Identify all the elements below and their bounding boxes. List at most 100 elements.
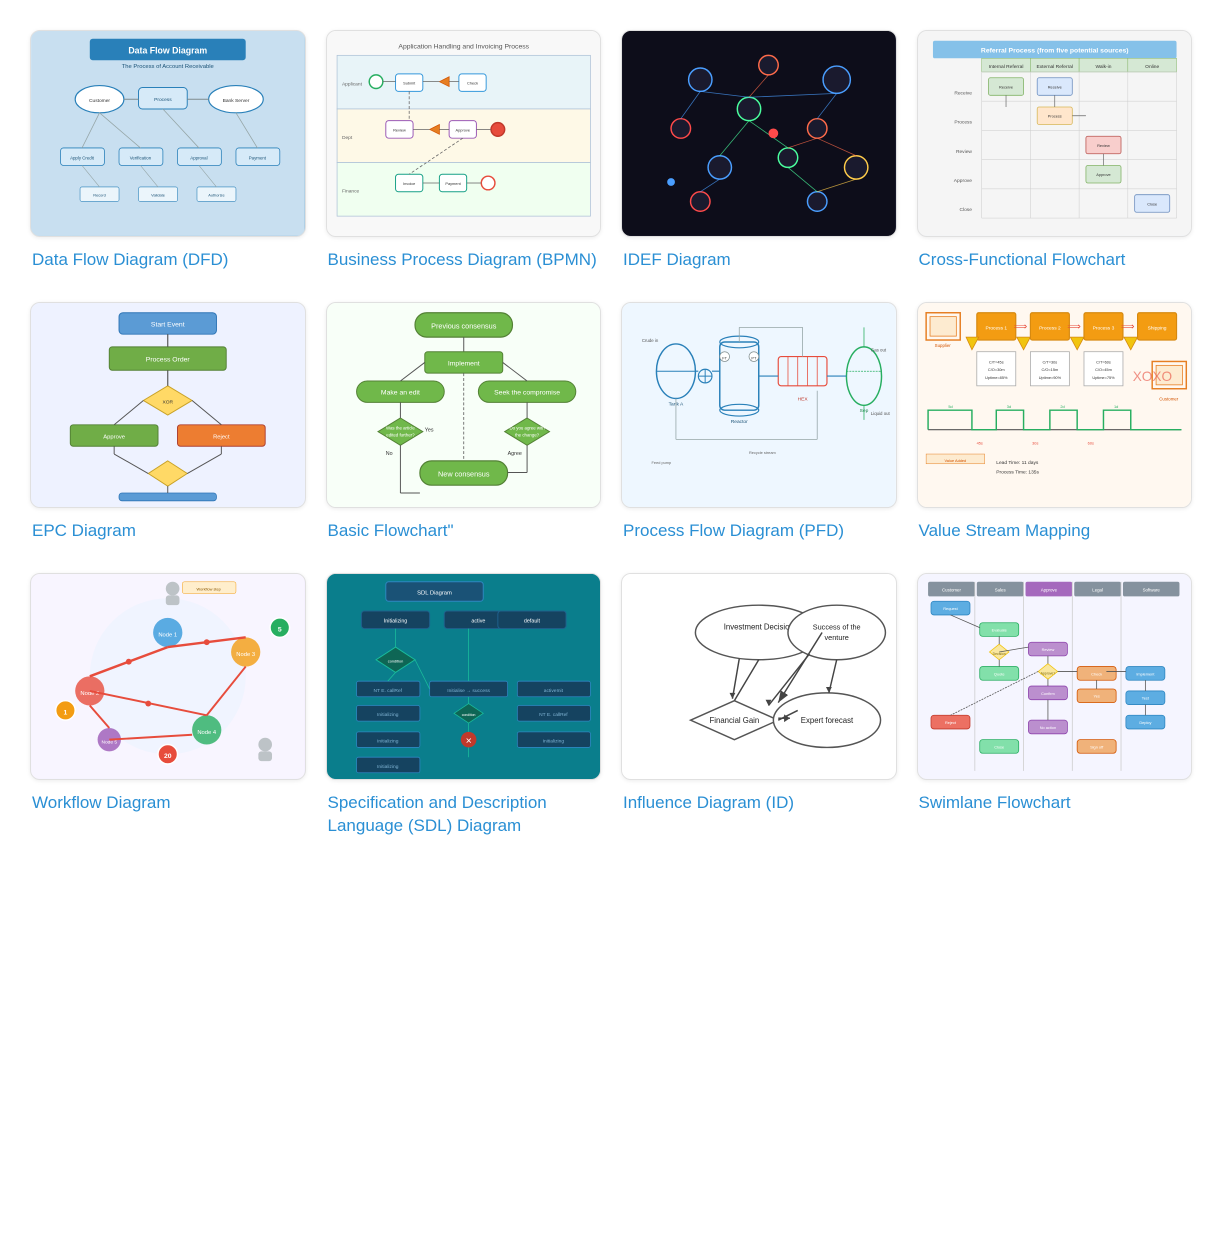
svg-text:Legal: Legal bbox=[1092, 588, 1103, 593]
svg-text:Reject: Reject bbox=[944, 720, 956, 725]
svg-text:C/T=45s: C/T=45s bbox=[988, 359, 1003, 364]
svg-text:venture: venture bbox=[825, 633, 849, 642]
svg-text:Check: Check bbox=[467, 81, 478, 86]
thumbnail-swimlane[interactable]: Customer Sales Approve Legal Software Re… bbox=[917, 573, 1193, 780]
svg-text:Data Flow Diagram: Data Flow Diagram bbox=[128, 45, 207, 55]
label-swimlane: Swimlane Flowchart bbox=[917, 792, 1193, 815]
label-epc: EPC Diagram bbox=[30, 520, 306, 543]
svg-text:5d: 5d bbox=[948, 404, 952, 409]
label-vsm: Value Stream Mapping bbox=[917, 520, 1193, 543]
card-bpmn[interactable]: Application Handling and Invoicing Proce… bbox=[326, 30, 602, 272]
svg-text:Confirm: Confirm bbox=[1041, 691, 1055, 696]
svg-text:Referral Process (from five po: Referral Process (from five potential so… bbox=[980, 47, 1128, 54]
svg-text:Authorize: Authorize bbox=[208, 193, 224, 198]
svg-text:Review: Review bbox=[1041, 647, 1054, 652]
svg-text:60s: 60s bbox=[1087, 440, 1093, 445]
card-pfd[interactable]: Tank A Reactor HEX Sep bbox=[621, 302, 897, 544]
svg-text:⟹: ⟹ bbox=[1120, 321, 1134, 332]
card-influence[interactable]: Investment Decision Success of the ventu… bbox=[621, 573, 897, 838]
svg-text:Process: Process bbox=[954, 120, 972, 126]
svg-text:45s: 45s bbox=[976, 440, 982, 445]
label-workflow: Workflow Diagram bbox=[30, 792, 306, 815]
svg-text:Start Event: Start Event bbox=[151, 321, 185, 328]
svg-text:Initializing: Initializing bbox=[377, 712, 399, 718]
card-swimlane[interactable]: Customer Sales Approve Legal Software Re… bbox=[917, 573, 1193, 838]
svg-text:C/T=60s: C/T=60s bbox=[1096, 359, 1111, 364]
label-bpmn: Business Process Diagram (BPMN) bbox=[326, 249, 602, 272]
svg-text:Quote: Quote bbox=[993, 671, 1004, 676]
svg-text:Node 1: Node 1 bbox=[158, 632, 177, 638]
card-idef[interactable]: IDEF Diagram bbox=[621, 30, 897, 272]
label-cross: Cross-Functional Flowchart bbox=[917, 249, 1193, 272]
svg-text:Validate: Validate bbox=[151, 193, 165, 198]
card-cross[interactable]: Referral Process (from five potential so… bbox=[917, 30, 1193, 272]
svg-text:Reject: Reject bbox=[213, 434, 230, 440]
thumbnail-cross[interactable]: Referral Process (from five potential so… bbox=[917, 30, 1193, 237]
thumbnail-dfd[interactable]: Data Flow Diagram The Process of Account… bbox=[30, 30, 306, 237]
svg-text:⟹: ⟹ bbox=[1067, 321, 1081, 332]
svg-text:Agree: Agree bbox=[507, 451, 521, 457]
svg-text:Payment: Payment bbox=[445, 181, 461, 186]
svg-text:Implement: Implement bbox=[447, 360, 479, 367]
svg-text:activeInit: activeInit bbox=[543, 688, 563, 694]
thumbnail-influence[interactable]: Investment Decision Success of the ventu… bbox=[621, 573, 897, 780]
svg-text:Record: Record bbox=[93, 193, 106, 198]
card-sdl[interactable]: SDL Diagram Initializing active default … bbox=[326, 573, 602, 838]
svg-text:Seek the compromise: Seek the compromise bbox=[494, 389, 560, 396]
svg-text:Implement: Implement bbox=[1136, 671, 1155, 676]
svg-text:Initializing: Initializing bbox=[377, 739, 399, 745]
thumbnail-workflow[interactable]: Node 1 Node 2 Node 3 Node 4 Node 5 bbox=[30, 573, 306, 780]
svg-text:Success of the: Success of the bbox=[813, 623, 861, 632]
svg-text:Customer: Customer bbox=[89, 98, 110, 104]
svg-text:PT: PT bbox=[751, 355, 757, 360]
svg-text:Initializing: Initializing bbox=[542, 739, 564, 745]
thumbnail-flowchart[interactable]: Previous consensus Implement Make an edi… bbox=[326, 302, 602, 509]
svg-text:Yes: Yes bbox=[424, 427, 433, 433]
svg-text:Customer: Customer bbox=[941, 588, 961, 593]
label-pfd: Process Flow Diagram (PFD) bbox=[621, 520, 897, 543]
svg-text:1d: 1d bbox=[1113, 404, 1117, 409]
svg-text:Process Order: Process Order bbox=[146, 356, 191, 363]
svg-text:Finance: Finance bbox=[341, 189, 359, 195]
thumbnail-vsm[interactable]: Supplier Process 1 Process 2 Process 3 S… bbox=[917, 302, 1193, 509]
svg-text:Approve: Approve bbox=[1096, 172, 1110, 177]
card-workflow[interactable]: Node 1 Node 2 Node 3 Node 4 Node 5 bbox=[30, 573, 306, 838]
svg-text:20: 20 bbox=[164, 753, 172, 760]
card-epc[interactable]: Start Event Process Order XOR Approve Re… bbox=[30, 302, 306, 544]
label-sdl: Specification and Description Language (… bbox=[326, 792, 602, 838]
svg-text:Make an edit: Make an edit bbox=[380, 389, 419, 396]
svg-text:Approve: Approve bbox=[953, 178, 971, 184]
svg-text:30s: 30s bbox=[1032, 440, 1038, 445]
card-vsm[interactable]: Supplier Process 1 Process 2 Process 3 S… bbox=[917, 302, 1193, 544]
svg-text:Yes: Yes bbox=[1093, 694, 1099, 699]
svg-text:Deploy: Deploy bbox=[1139, 720, 1151, 725]
svg-text:Sales: Sales bbox=[994, 588, 1006, 593]
svg-text:SDL Diagram: SDL Diagram bbox=[417, 591, 452, 597]
svg-text:⟹: ⟹ bbox=[1013, 321, 1027, 332]
svg-text:HEX: HEX bbox=[798, 396, 809, 402]
thumbnail-epc[interactable]: Start Event Process Order XOR Approve Re… bbox=[30, 302, 306, 509]
svg-text:Liquid out: Liquid out bbox=[871, 411, 891, 416]
svg-text:Value Added: Value Added bbox=[944, 457, 966, 462]
svg-text:Application Handling and Invoi: Application Handling and Invoicing Proce… bbox=[398, 44, 529, 51]
card-dfd[interactable]: Data Flow Diagram The Process of Account… bbox=[30, 30, 306, 272]
card-flowchart[interactable]: Previous consensus Implement Make an edi… bbox=[326, 302, 602, 544]
svg-text:Process 2: Process 2 bbox=[1039, 325, 1061, 331]
svg-text:Gas out: Gas out bbox=[871, 347, 887, 352]
thumbnail-bpmn[interactable]: Application Handling and Invoicing Proce… bbox=[326, 30, 602, 237]
svg-text:C/O=15m: C/O=15m bbox=[1041, 367, 1058, 372]
svg-text:Close: Close bbox=[959, 207, 972, 213]
thumbnail-idef[interactable] bbox=[621, 30, 897, 237]
svg-text:edited further?: edited further? bbox=[386, 432, 415, 437]
svg-text:Walk-in: Walk-in bbox=[1095, 64, 1111, 70]
svg-text:Initialise → success: Initialise → success bbox=[447, 688, 490, 694]
thumbnail-pfd[interactable]: Tank A Reactor HEX Sep bbox=[621, 302, 897, 509]
svg-text:XOR: XOR bbox=[162, 399, 173, 405]
svg-text:condition: condition bbox=[387, 659, 403, 664]
svg-text:Node 3: Node 3 bbox=[236, 652, 255, 658]
thumbnail-sdl[interactable]: SDL Diagram Initializing active default … bbox=[326, 573, 602, 780]
svg-text:Was the article: Was the article bbox=[386, 425, 415, 430]
svg-text:1: 1 bbox=[64, 709, 68, 716]
svg-text:Approval: Approval bbox=[190, 156, 207, 161]
svg-text:Uptime=75%: Uptime=75% bbox=[1092, 375, 1115, 380]
